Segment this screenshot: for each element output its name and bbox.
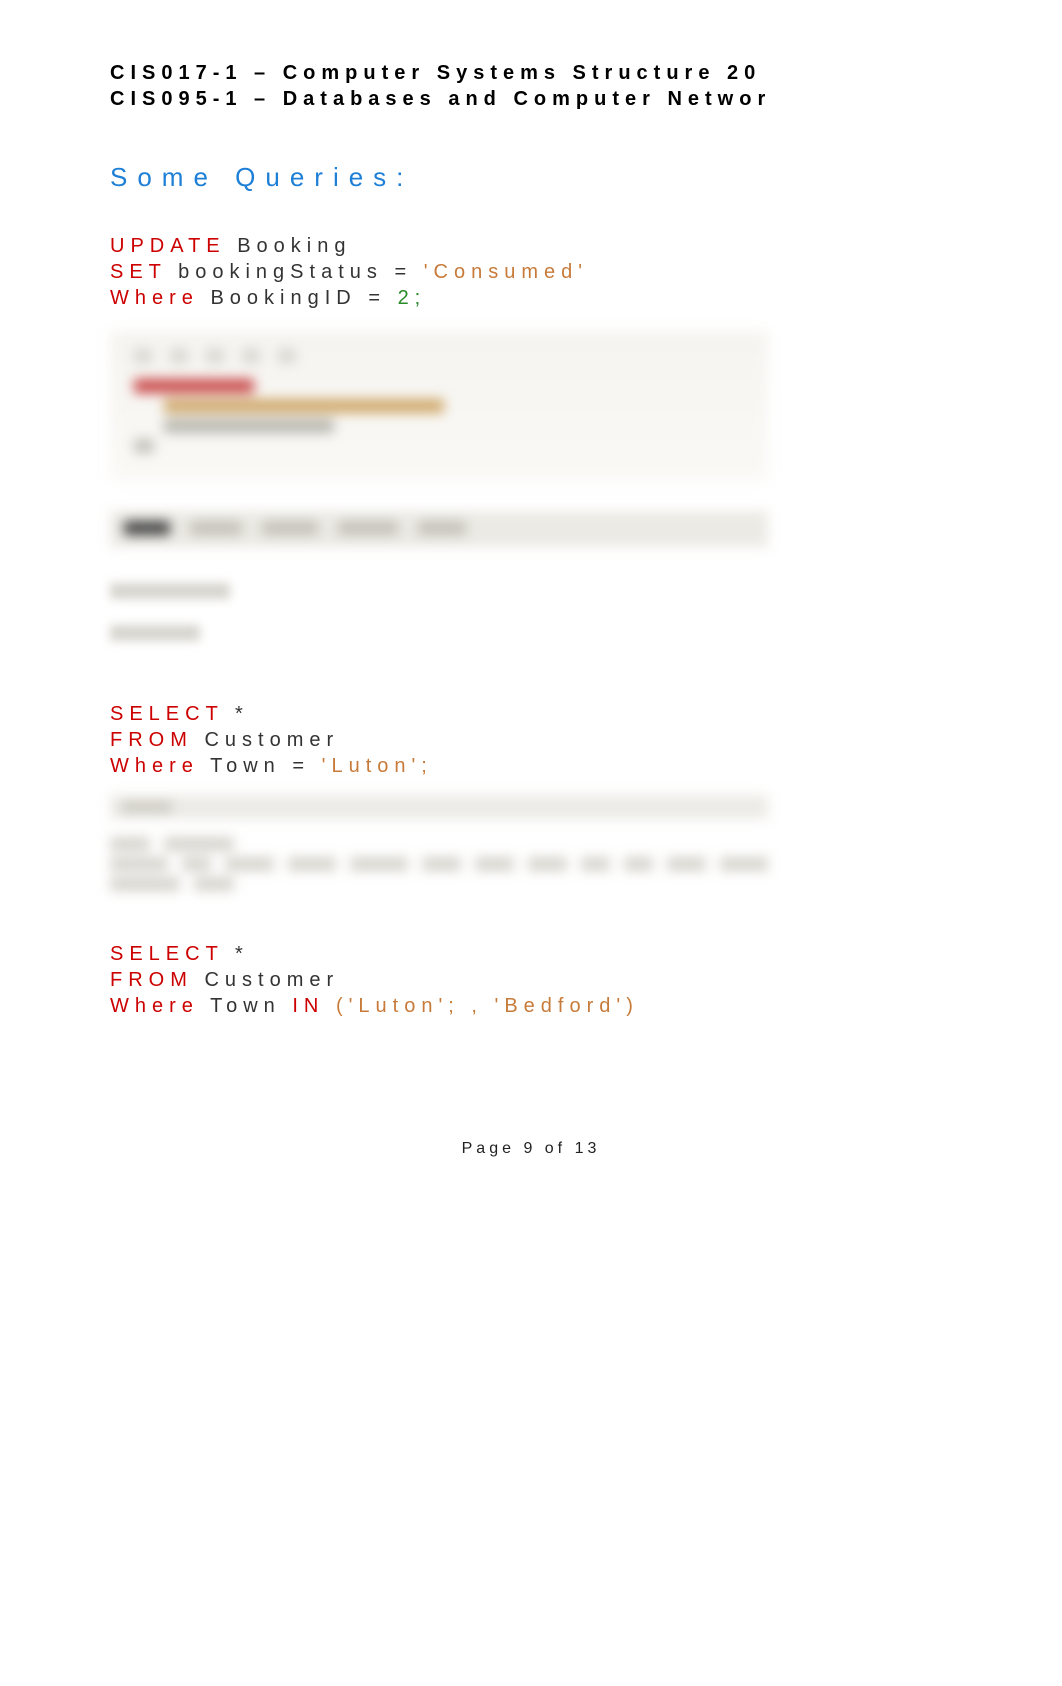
sql-value: 'Consumed' (424, 261, 588, 283)
blurred-screenshot (110, 331, 768, 481)
blurred-tabs (110, 511, 768, 547)
sql-eq: = (292, 755, 310, 777)
sql-keyword: SELECT (110, 943, 223, 965)
sql-keyword: Where (110, 755, 199, 777)
course-header-1: CIS017-1 – Computer Systems Structure 20 (110, 60, 952, 86)
sql-column: bookingStatus (178, 261, 383, 283)
sql-value: ('Luton'; , 'Bedford') (336, 995, 639, 1017)
sql-in: IN (292, 995, 324, 1017)
sql-eq: = (394, 261, 412, 283)
sql-query-2: SELECT * FROM Customer Where Town = 'Lut… (110, 701, 952, 779)
sql-keyword: FROM (110, 969, 193, 991)
sql-keyword: SET (110, 261, 167, 283)
sql-value: 'Luton'; (322, 755, 433, 777)
course-header-2: CIS095-1 – Databases and Computer Networ (110, 86, 952, 112)
sql-keyword: FROM (110, 729, 193, 751)
sql-keyword: Where (110, 287, 199, 309)
sql-star: * (235, 703, 249, 725)
sql-column: Town (210, 995, 281, 1017)
sql-star: * (235, 943, 249, 965)
sql-table: Booking (237, 235, 351, 257)
sql-query-3: SELECT * FROM Customer Where Town IN ('L… (110, 941, 952, 1019)
sql-eq: = (368, 287, 386, 309)
sql-keyword: UPDATE (110, 235, 226, 257)
section-title: Some Queries: (110, 162, 952, 193)
sql-value: 2; (398, 287, 427, 309)
blurred-text (110, 583, 230, 599)
sql-query-1: UPDATE Booking SET bookingStatus = 'Cons… (110, 233, 952, 311)
sql-column: BookingID (210, 287, 356, 309)
page-footer: Page 9 of 13 (0, 1140, 1062, 1158)
sql-column: Town (210, 755, 281, 777)
blurred-text (110, 625, 200, 641)
sql-keyword: SELECT (110, 703, 223, 725)
sql-table: Customer (204, 969, 339, 991)
sql-keyword: Where (110, 995, 199, 1017)
blurred-table (110, 837, 768, 891)
blurred-screenshot (110, 795, 768, 819)
sql-table: Customer (204, 729, 339, 751)
